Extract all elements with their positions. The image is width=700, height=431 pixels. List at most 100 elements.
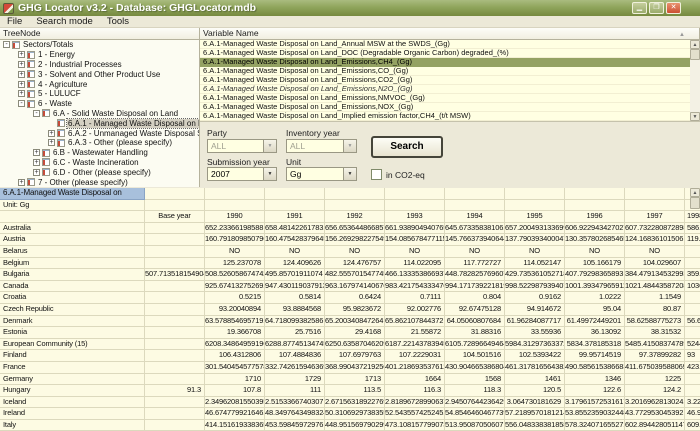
grid-value-cell[interactable]: 661.938904940765 [385, 223, 445, 235]
grid-value-cell[interactable]: 104.029607 [625, 258, 685, 270]
grid-value-cell[interactable]: 95.9823672 [325, 304, 385, 316]
variable-list-item[interactable]: 6.A.1-Managed Waste Disposal on Land_Emi… [200, 85, 700, 94]
grid-cell[interactable] [325, 188, 385, 200]
variable-list-scrollbar[interactable]: ▲ ▼ [690, 40, 700, 121]
grid-country-cell[interactable]: Hungary [0, 385, 145, 397]
grid-value-cell[interactable]: 1.0222 [565, 292, 625, 304]
grid-value-cell[interactable] [145, 234, 205, 246]
grid-value-cell[interactable]: 63.5788546957191 [205, 316, 265, 328]
grid-value-cell[interactable]: 495.85701911074 [265, 269, 325, 281]
grid-cell[interactable] [385, 188, 445, 200]
grid-value-cell[interactable]: 65.862107844372 [385, 316, 445, 328]
grid-value-cell[interactable] [685, 246, 700, 258]
grid-value-cell[interactable]: 52.5435574252451 [385, 408, 445, 420]
grid-value-cell[interactable]: 125.237078 [205, 258, 265, 270]
grid-value-cell[interactable]: 3.221348 [685, 397, 700, 409]
grid-value-cell[interactable]: 0.5215 [205, 292, 265, 304]
grid-country-cell[interactable]: Australia [0, 223, 145, 235]
grid-value-cell[interactable]: 401.218693537612 [385, 362, 445, 374]
title-bar[interactable]: GHG Locator v3.2 - Database: GHGLocator.… [0, 0, 700, 16]
grid-value-cell[interactable]: 46.91558 [685, 408, 700, 420]
grid-value-cell[interactable]: 963.167974140676 [325, 281, 385, 293]
grid-value-cell[interactable]: 368.990437219256 [325, 362, 385, 374]
scroll-up-icon[interactable]: ▲ [690, 40, 700, 49]
expand-icon[interactable]: + [48, 130, 55, 137]
inventory-year-select[interactable]: ALL ▼ [286, 139, 357, 153]
grid-value-cell[interactable]: 448.782825769607 [445, 269, 505, 281]
grid-value-cell[interactable]: 64.05060807684 [445, 316, 505, 328]
grid-country-cell[interactable]: Belarus [0, 246, 145, 258]
grid-value-cell[interactable]: 1001.39347965911 [565, 281, 625, 293]
grid-value-cell[interactable]: 423.9981 [685, 362, 700, 374]
grid-value-cell[interactable]: 5834.378185318 [565, 339, 625, 351]
grid-value-cell[interactable]: 50.3106929738355 [325, 408, 385, 420]
submission-year-select[interactable]: 2007 ▼ [207, 167, 277, 181]
grid-value-cell[interactable]: 5984.31297363372 [505, 339, 565, 351]
variable-list-item[interactable]: 6.A.1-Managed Waste Disposal on Land_Ann… [200, 40, 700, 49]
grid-column-header[interactable]: 1995 [505, 211, 565, 223]
grid-value-cell[interactable]: 46.6747799216461 [205, 408, 265, 420]
grid-value-cell[interactable] [145, 281, 205, 293]
grid-value-cell[interactable] [145, 374, 205, 386]
grid-value-cell[interactable]: 61.96284087717 [505, 316, 565, 328]
grid-value-cell[interactable]: NO [265, 246, 325, 258]
grid-value-cell[interactable]: 107.4884836 [265, 350, 325, 362]
chevron-down-icon[interactable]: ▼ [343, 140, 356, 152]
grid-country-cell[interactable]: France [0, 362, 145, 374]
expand-icon[interactable]: + [18, 71, 25, 78]
grid-value-cell[interactable]: 508.526058674742 [205, 269, 265, 281]
grid-value-cell[interactable]: 93.20040894 [205, 304, 265, 316]
expand-icon[interactable]: + [33, 149, 40, 156]
grid-value-cell[interactable] [145, 223, 205, 235]
grid-cell[interactable] [565, 200, 625, 212]
grid-value-cell[interactable] [145, 339, 205, 351]
grid-country-cell[interactable]: Belgium [0, 258, 145, 270]
tree-node-label[interactable]: 6.C - Waste Incineration [52, 158, 140, 167]
grid-value-cell[interactable]: 0.804 [445, 292, 505, 304]
grid-country-cell[interactable]: European Community (15) [0, 339, 145, 351]
grid-value-cell[interactable]: 606.922943427027 [565, 223, 625, 235]
grid-value-cell[interactable]: 448.951569790299 [325, 420, 385, 431]
grid-value-cell[interactable]: 6250.63587046209 [325, 339, 385, 351]
grid-value-cell[interactable] [685, 304, 700, 316]
expand-icon[interactable]: + [18, 90, 25, 97]
grid-value-cell[interactable]: 1568 [445, 374, 505, 386]
grid-value-cell[interactable]: 102.5393422 [505, 350, 565, 362]
menu-item-search-mode[interactable]: Search mode [29, 16, 100, 28]
grid-value-cell[interactable]: 3.064730181629 [505, 397, 565, 409]
tree-node-label[interactable]: 5 - LULUCF [37, 89, 82, 98]
grid-value-cell[interactable]: 65.200340847264 [325, 316, 385, 328]
grid-value-cell[interactable]: NO [565, 246, 625, 258]
grid-value-cell[interactable]: 31.88316 [445, 327, 505, 339]
grid-cell[interactable] [385, 200, 445, 212]
grid-value-cell[interactable] [145, 420, 205, 431]
grid-country-cell[interactable]: Austria [0, 234, 145, 246]
expand-icon[interactable]: + [18, 179, 25, 186]
grid-value-cell[interactable]: 107.6979763 [325, 350, 385, 362]
grid-value-cell[interactable]: 430.904665386804 [445, 362, 505, 374]
grid-value-cell[interactable]: 1036.117 [685, 281, 700, 293]
grid-country-cell[interactable]: Estonia [0, 327, 145, 339]
tree-node-label[interactable]: 6.A.2 - Unmanaged Waste Disposal Sites [67, 129, 200, 138]
grid-value-cell[interactable]: 3.17961572531617 [565, 397, 625, 409]
grid-value-cell[interactable]: 453.59845972976 [265, 420, 325, 431]
expand-icon[interactable]: + [18, 61, 25, 68]
grid-value-cell[interactable]: 124.2 [625, 385, 685, 397]
tree-node-label[interactable]: 1 - Energy [37, 50, 76, 59]
expand-icon[interactable]: + [18, 81, 25, 88]
scrollbar-thumb[interactable] [690, 49, 700, 60]
grid-value-cell[interactable]: 2.94507644236429 [445, 397, 505, 409]
chevron-down-icon[interactable]: ▼ [263, 168, 276, 180]
chevron-down-icon[interactable]: ▼ [343, 168, 356, 180]
grid-value-cell[interactable]: 5244.430 [685, 339, 700, 351]
scrollbar-thumb[interactable] [690, 197, 700, 209]
grid-value-cell[interactable]: 0.7111 [385, 292, 445, 304]
grid-value-cell[interactable]: 91.3 [145, 385, 205, 397]
variable-list-item[interactable]: 6.A.1-Managed Waste Disposal on Land_Emi… [200, 103, 700, 112]
grid-value-cell[interactable]: 0.9162 [505, 292, 565, 304]
grid-value-cell[interactable]: 359.1339 [685, 269, 700, 281]
grid-cell[interactable] [505, 188, 565, 200]
grid-value-cell[interactable] [145, 397, 205, 409]
expand-icon[interactable]: + [18, 51, 25, 58]
grid-value-cell[interactable]: 411.675039588069 [625, 362, 685, 374]
